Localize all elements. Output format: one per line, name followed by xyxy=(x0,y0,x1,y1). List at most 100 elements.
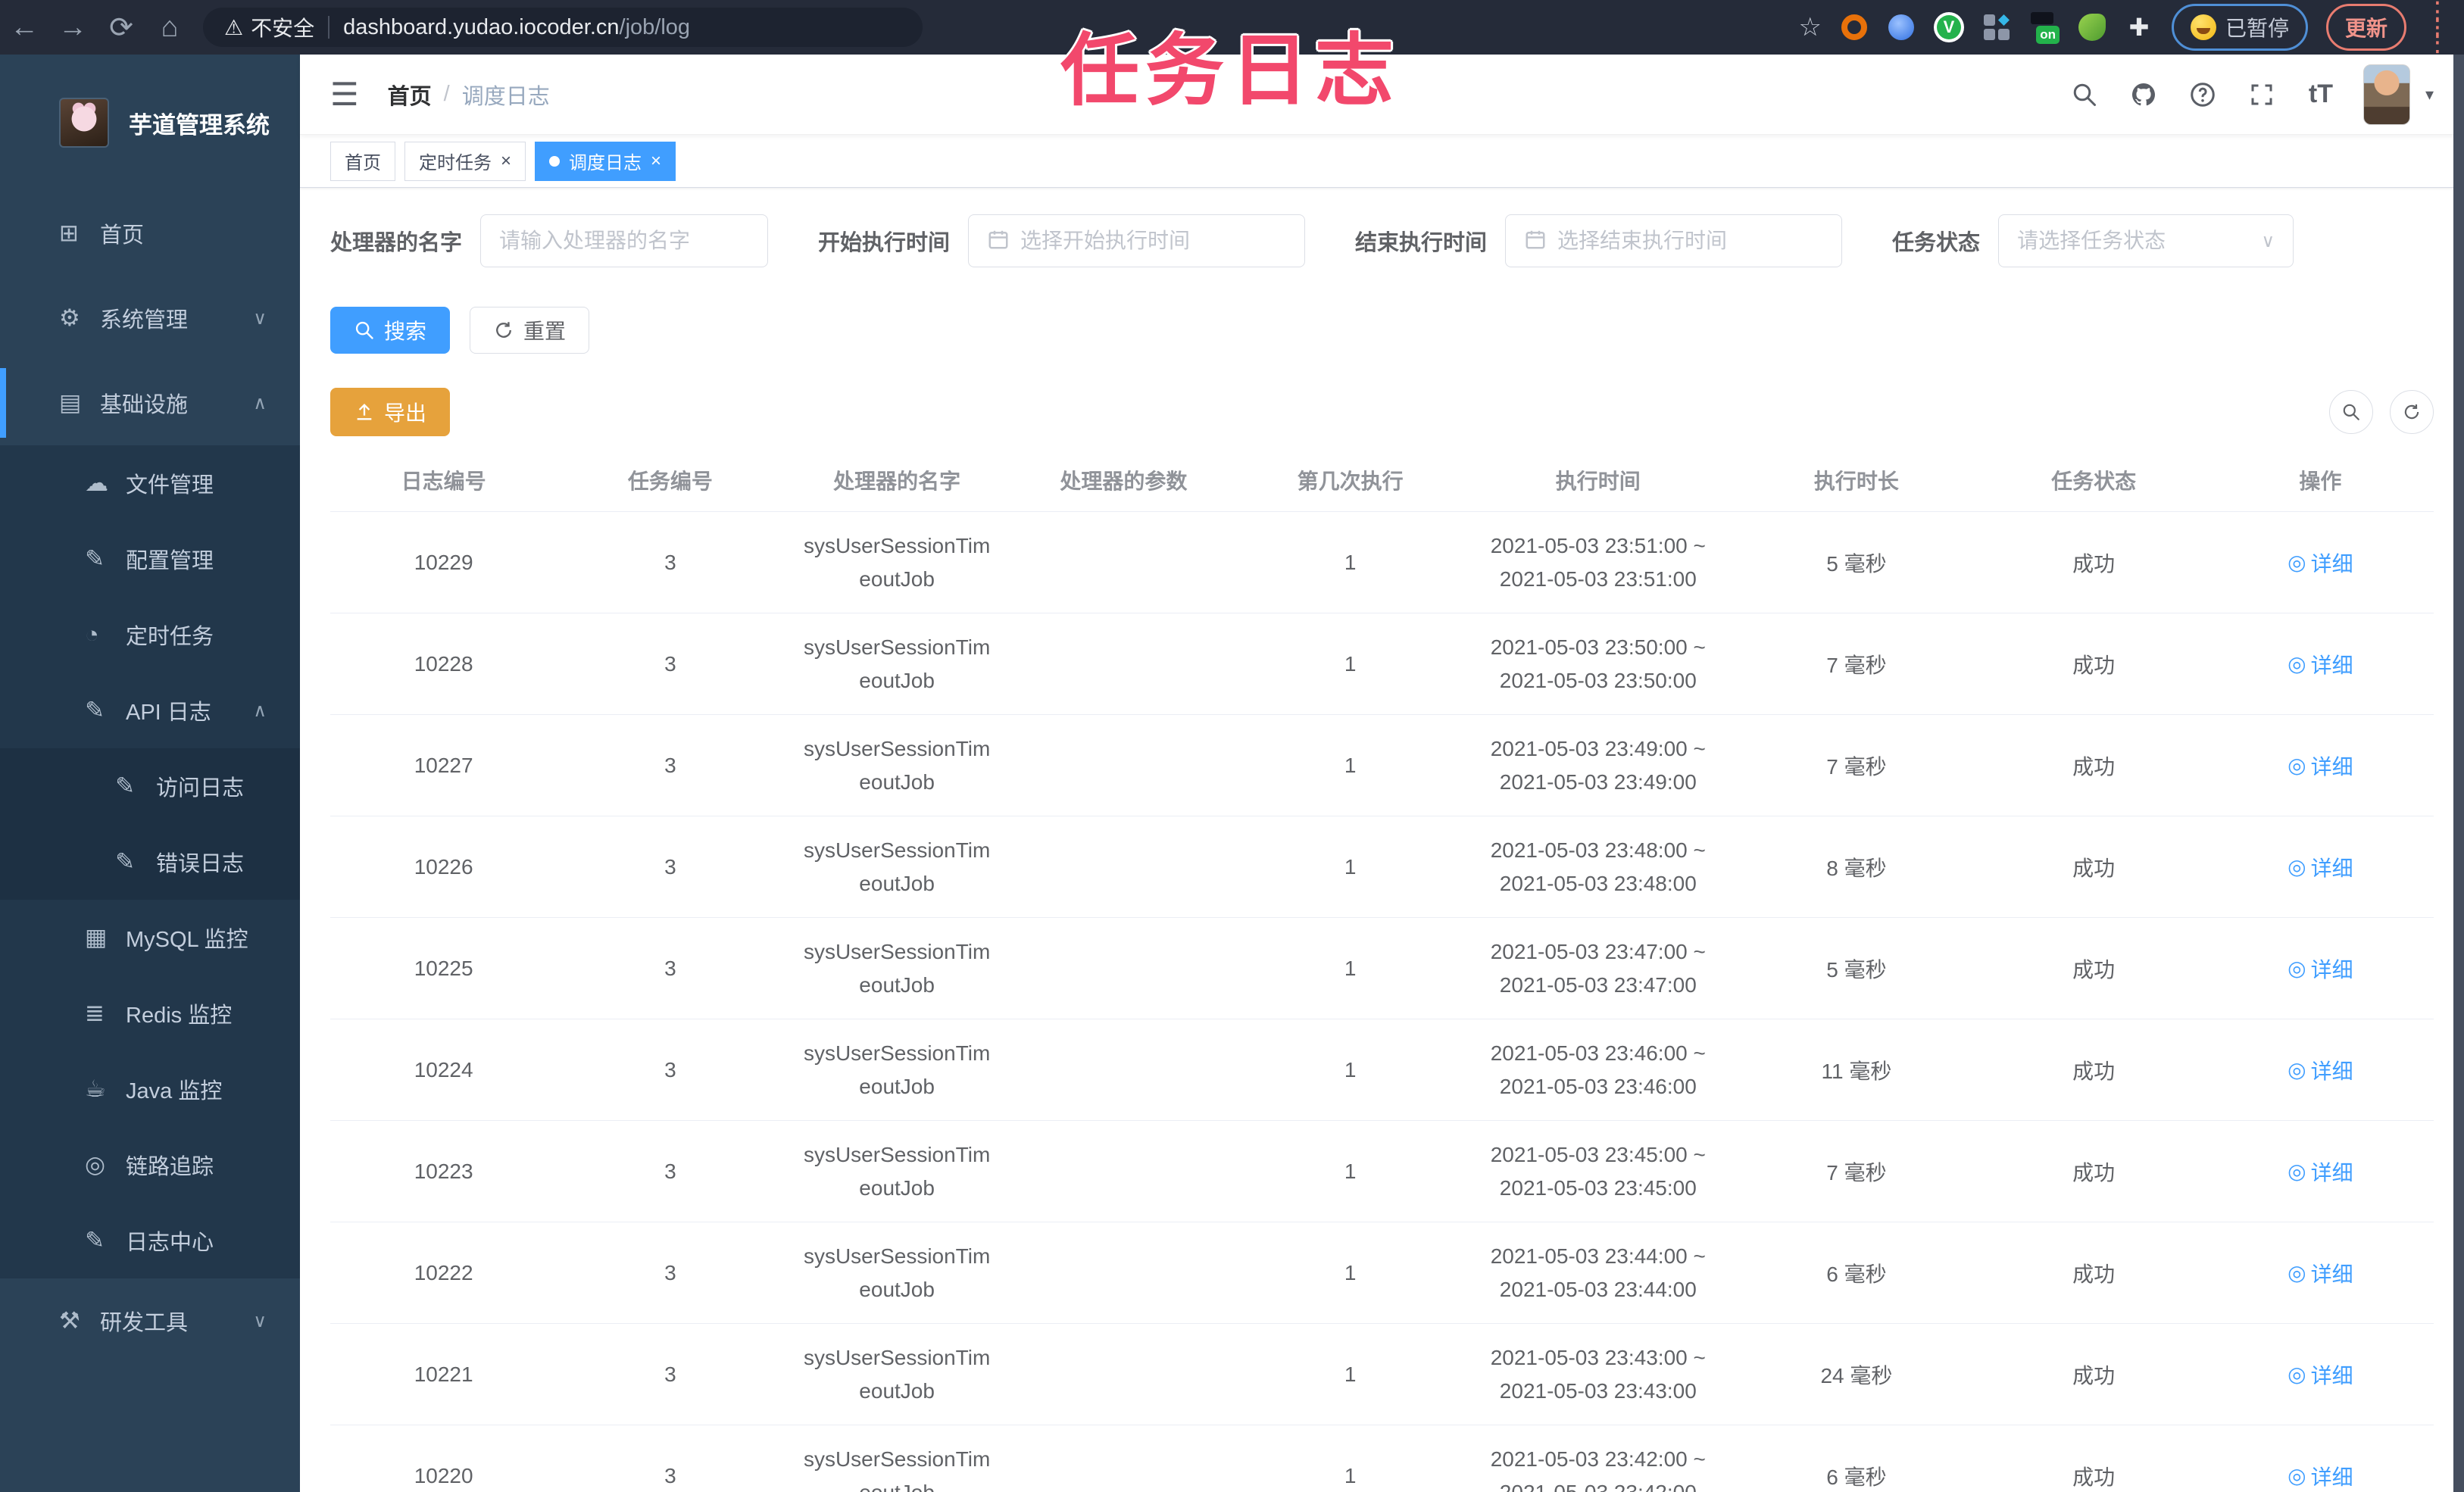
close-icon[interactable]: × xyxy=(651,151,661,170)
handler-name-line1: sysUserSessionTim xyxy=(803,1345,991,1369)
chevron-down-icon[interactable]: ▾ xyxy=(2425,85,2434,105)
sidebar-item-api-log[interactable]: ✎ API 日志 ∧ xyxy=(0,673,300,748)
detail-label: 详细 xyxy=(2310,551,2353,576)
cell-duration: 8 毫秒 xyxy=(1826,856,1887,880)
browser-menu-icon[interactable]: ⋮ ⋮ ⋮ xyxy=(2425,0,2450,55)
forward-icon[interactable]: → xyxy=(48,11,97,44)
tab-home[interactable]: 首页 xyxy=(330,141,395,181)
task-status-select[interactable]: ∨ xyxy=(1998,214,2294,267)
cell-exec-time: 2021-05-03 23:44:00 ~ 2021-05-03 23:44:00 xyxy=(1463,1240,1732,1306)
export-button[interactable]: 导出 xyxy=(330,388,451,436)
close-icon[interactable]: × xyxy=(501,151,511,170)
tab-scheduled-tasks[interactable]: 定时任务 × xyxy=(404,141,526,181)
exec-time-end: 2021-05-03 23:44:00 xyxy=(1499,1277,1697,1301)
sidebar-item-dev-tools[interactable]: ⚒ 研发工具 ∨ xyxy=(0,1278,300,1363)
github-icon[interactable] xyxy=(2127,78,2160,111)
sidebar-menu: ⊞ 首页 ⚙ 系统管理 ∨ ▤ 基础设施 ∧ ☁ 文件管理 ✎ 配置管理 ◔ 定时任务 ✎ API 日志 ∧ ✎ 访… xyxy=(0,191,300,1363)
cell-task-id: 3 xyxy=(664,1159,676,1183)
help-icon[interactable] xyxy=(2186,78,2219,111)
user-avatar[interactable] xyxy=(2363,64,2410,125)
sidebar-toggle-icon[interactable]: ☰ xyxy=(330,76,359,113)
cell-action: ◎ 详细 xyxy=(2207,1258,2434,1288)
exec-time-end: 2021-05-03 23:49:00 xyxy=(1499,769,1697,794)
search-icon[interactable] xyxy=(2068,78,2101,111)
detail-link[interactable]: ◎ 详细 xyxy=(2288,1156,2353,1187)
home-icon[interactable]: ⌂ xyxy=(145,11,194,44)
cell-action: ◎ 详细 xyxy=(2207,751,2434,781)
sidebar-item-file-management[interactable]: ☁ 文件管理 xyxy=(0,445,300,521)
column-header: 处理器的参数 xyxy=(1060,469,1188,493)
task-status-input[interactable] xyxy=(2017,229,2256,253)
toggle-search-button[interactable] xyxy=(2329,390,2373,434)
detail-link[interactable]: ◎ 详细 xyxy=(2288,1359,2353,1390)
extension-icon[interactable]: on xyxy=(2029,11,2060,44)
detail-link[interactable]: ◎ 详细 xyxy=(2288,1258,2353,1288)
cell-log-id: 10222 xyxy=(414,1260,473,1284)
detail-link[interactable]: ◎ 详细 xyxy=(2288,954,2353,984)
back-icon[interactable]: ← xyxy=(0,11,48,44)
main-area: ☰ 首页 / 调度日志 tT ▾ 首页 定时任务 × 调度日志 × 处理器的名字… xyxy=(300,55,2464,1492)
tags-view-bar: 首页 定时任务 × 调度日志 × xyxy=(300,135,2464,188)
refresh-icon xyxy=(493,320,514,341)
detail-link[interactable]: ◎ 详细 xyxy=(2288,751,2353,781)
search-icon xyxy=(354,320,375,341)
extensions-puzzle-icon[interactable]: ✚ xyxy=(2125,13,2153,42)
update-button[interactable]: 更新 xyxy=(2325,4,2406,51)
scrollbar[interactable] xyxy=(2453,55,2464,1492)
sidebar-item-home[interactable]: ⊞ 首页 xyxy=(0,191,300,276)
detail-link[interactable]: ◎ 详细 xyxy=(2288,1461,2353,1491)
cell-handler-name: sysUserSessionTim eoutJob xyxy=(784,1240,1010,1306)
detail-link[interactable]: ◎ 详细 xyxy=(2288,548,2353,578)
extension-icon[interactable] xyxy=(1887,13,1916,42)
sidebar-item-mysql-monitor[interactable]: ▦ MySQL 监控 xyxy=(0,900,300,975)
cell-exec-time: 2021-05-03 23:47:00 ~ 2021-05-03 23:47:00 xyxy=(1463,935,1732,1002)
address-bar[interactable]: ⚠ 不安全 dashboard.yudao.iocoder.cn /job/lo… xyxy=(203,8,923,47)
v-badge-icon: V xyxy=(1936,15,1961,39)
chevron-down-icon: ∨ xyxy=(2261,230,2275,251)
start-time-input[interactable] xyxy=(1020,229,1287,253)
refresh-table-button[interactable] xyxy=(2390,390,2434,434)
cell-exec-time: 2021-05-03 23:42:00 ~ 2021-05-03 23:42:00 xyxy=(1463,1443,1732,1492)
cell-status: 成功 xyxy=(2072,1363,2116,1387)
handler-name-input[interactable] xyxy=(499,229,750,253)
paused-badge[interactable]: 已暂停 xyxy=(2171,4,2308,51)
detail-link[interactable]: ◎ 详细 xyxy=(2288,852,2353,882)
detail-link[interactable]: ◎ 详细 xyxy=(2288,649,2353,679)
sidebar-item-trace[interactable]: ◎ 链路追踪 xyxy=(0,1127,300,1203)
sidebar-item-access-log[interactable]: ✎ 访问日志 xyxy=(0,748,300,824)
search-actions: 搜索 重置 xyxy=(330,307,2434,354)
extension-icon[interactable] xyxy=(1982,13,2011,42)
extension-icon[interactable]: V xyxy=(1933,12,1964,42)
not-secure-icon: ⚠ xyxy=(224,15,244,39)
sidebar-item-config-management[interactable]: ✎ 配置管理 xyxy=(0,521,300,597)
sidebar-item-redis-monitor[interactable]: ≣ Redis 监控 xyxy=(0,975,300,1051)
eye-icon: ◎ xyxy=(2288,754,2306,777)
extension-icon[interactable] xyxy=(1840,13,1869,42)
handler-name-line2: eoutJob xyxy=(859,769,935,794)
font-size-icon[interactable]: tT xyxy=(2304,78,2338,111)
extension-icon[interactable] xyxy=(2078,13,2106,42)
search-button[interactable]: 搜索 xyxy=(330,307,451,354)
sidebar-item-java-monitor[interactable]: ☕ Java 监控 xyxy=(0,1051,300,1127)
exec-time-end: 2021-05-03 23:48:00 xyxy=(1499,871,1697,895)
divider xyxy=(328,16,330,39)
sidebar-item-log-center[interactable]: ✎ 日志中心 xyxy=(0,1203,300,1278)
reload-icon[interactable]: ⟳ xyxy=(97,11,145,45)
sidebar-item-error-log[interactable]: ✎ 错误日志 xyxy=(0,824,300,900)
detail-link[interactable]: ◎ 详细 xyxy=(2288,1055,2353,1085)
exec-time-end: 2021-05-03 23:51:00 xyxy=(1499,567,1697,591)
sidebar-item-infrastructure[interactable]: ▤ 基础设施 ∧ xyxy=(0,361,300,445)
sidebar-item-scheduled-tasks[interactable]: ◔ 定时任务 xyxy=(0,597,300,673)
tab-job-log[interactable]: 调度日志 × xyxy=(535,141,676,181)
sidebar-logo-row[interactable]: 芋道管理系统 xyxy=(0,55,300,191)
bookmark-star-icon[interactable]: ☆ xyxy=(1798,12,1821,42)
fullscreen-icon[interactable] xyxy=(2245,78,2278,111)
sidebar-item-system-management[interactable]: ⚙ 系统管理 ∨ xyxy=(0,276,300,361)
cell-exec-time: 2021-05-03 23:43:00 ~ 2021-05-03 23:43:00 xyxy=(1463,1341,1732,1408)
cell-log-id: 10228 xyxy=(414,651,473,676)
browser-chrome: ← → ⟳ ⌂ ⚠ 不安全 dashboard.yudao.iocoder.cn… xyxy=(0,0,2464,55)
breadcrumb-home[interactable]: 首页 xyxy=(388,79,432,111)
sidebar-item-label: 链路追踪 xyxy=(126,1155,214,1179)
end-time-input[interactable] xyxy=(1557,229,1824,253)
reset-button[interactable]: 重置 xyxy=(470,307,590,354)
